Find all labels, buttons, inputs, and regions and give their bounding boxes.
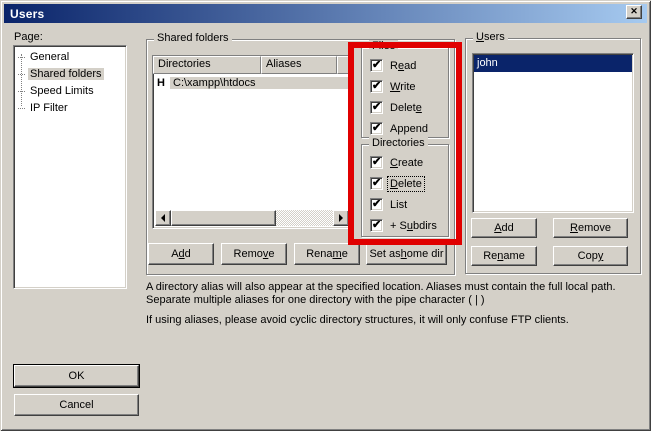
dir-delete-label[interactable]: Delete xyxy=(388,177,424,191)
dirs-delete-row: Delete xyxy=(370,175,446,192)
user-add-button[interactable]: Add xyxy=(471,218,537,238)
tree-line xyxy=(18,57,25,58)
write-checkbox[interactable] xyxy=(370,80,383,93)
alias-help-paragraph-1: A directory alias will also appear at th… xyxy=(146,281,634,307)
scroll-left-icon xyxy=(157,214,165,222)
shared-folders-group-label: Shared folders xyxy=(154,32,232,44)
alias-help-paragraph-2: If using aliases, please avoid cyclic di… xyxy=(146,314,634,327)
file-delete-checkbox[interactable] xyxy=(370,101,383,114)
subdirs-checkbox[interactable] xyxy=(370,219,383,232)
write-label[interactable]: Write xyxy=(388,80,418,94)
tree-line xyxy=(18,108,25,109)
file-delete-label[interactable]: Delete xyxy=(388,101,424,115)
list-label[interactable]: List xyxy=(388,198,409,212)
read-checkbox[interactable] xyxy=(370,59,383,72)
page-listbox[interactable]: General Shared folders Speed Limits IP F… xyxy=(13,45,127,289)
ok-button[interactable]: OK xyxy=(14,365,139,387)
set-as-home-dir-button[interactable]: Set as home dir xyxy=(366,243,447,265)
list-checkbox[interactable] xyxy=(370,198,383,211)
page-label: Page: xyxy=(14,31,43,43)
scroll-left-button[interactable] xyxy=(155,210,171,226)
users-group-label: Users xyxy=(473,31,508,43)
close-icon: ✕ xyxy=(630,7,638,16)
scroll-right-icon xyxy=(339,214,347,222)
column-header-aliases[interactable]: Aliases xyxy=(261,56,337,74)
create-checkbox[interactable] xyxy=(370,156,383,169)
directories-list[interactable]: Directories Aliases H C:\xampp\htdocs xyxy=(152,55,352,229)
page-item-general[interactable]: General xyxy=(14,49,126,66)
directories-permissions-group: Directories Create Delete List + Subdirs xyxy=(361,144,449,237)
user-remove-button[interactable]: Remove xyxy=(553,218,628,238)
files-delete-row: Delete xyxy=(370,99,446,116)
files-group-label: Files xyxy=(369,40,398,52)
page-item-shared-folders[interactable]: Shared folders xyxy=(14,66,126,83)
column-header-directories[interactable]: Directories xyxy=(153,56,261,74)
subdirs-label[interactable]: + Subdirs xyxy=(388,219,439,233)
page-item-speed-limits[interactable]: Speed Limits xyxy=(14,83,126,100)
scroll-track[interactable] xyxy=(276,210,333,226)
files-write-row: Write xyxy=(370,78,446,95)
directories-group-label: Directories xyxy=(369,137,428,149)
append-label[interactable]: Append xyxy=(388,122,430,136)
files-append-row: Append xyxy=(370,120,446,137)
dirs-create-row: Create xyxy=(370,154,446,171)
users-listbox[interactable]: john xyxy=(472,53,634,213)
files-group: Files Read Write Delete Append xyxy=(361,47,449,138)
home-dir-marker: H xyxy=(157,77,169,89)
append-checkbox[interactable] xyxy=(370,122,383,135)
dirs-subdirs-row: + Subdirs xyxy=(370,217,446,234)
window-title: Users xyxy=(10,7,44,21)
horizontal-scrollbar[interactable] xyxy=(155,210,349,226)
user-item-john[interactable]: john xyxy=(474,55,632,72)
directories-list-header: Directories Aliases xyxy=(153,56,351,74)
alias-help-text: A directory alias will also appear at th… xyxy=(146,281,634,327)
dialog-window: Users ✕ Page: General Shared folders Spe… xyxy=(0,0,651,431)
dir-delete-checkbox[interactable] xyxy=(370,177,383,190)
user-copy-button[interactable]: Copy xyxy=(553,246,628,266)
scroll-right-button[interactable] xyxy=(333,210,349,226)
read-label[interactable]: Read xyxy=(388,59,418,73)
dirs-list-row: List xyxy=(370,196,446,213)
close-button[interactable]: ✕ xyxy=(626,5,642,19)
files-read-row: Read xyxy=(370,57,446,74)
cancel-button[interactable]: Cancel xyxy=(14,394,139,416)
shared-add-button[interactable]: Add xyxy=(148,243,214,265)
directory-row[interactable]: H C:\xampp\htdocs xyxy=(153,75,351,91)
shared-remove-button[interactable]: Remove xyxy=(221,243,287,265)
title-bar[interactable]: Users xyxy=(4,4,647,23)
user-rename-button[interactable]: Rename xyxy=(471,246,537,266)
tree-line xyxy=(18,74,25,75)
directory-path: C:\xampp\htdocs xyxy=(170,77,351,89)
shared-rename-button[interactable]: Rename xyxy=(294,243,360,265)
column-header-filler xyxy=(337,56,351,74)
create-label[interactable]: Create xyxy=(388,156,425,170)
scroll-thumb[interactable] xyxy=(171,210,276,226)
tree-line xyxy=(18,91,25,92)
page-item-ip-filter[interactable]: IP Filter xyxy=(14,100,126,117)
